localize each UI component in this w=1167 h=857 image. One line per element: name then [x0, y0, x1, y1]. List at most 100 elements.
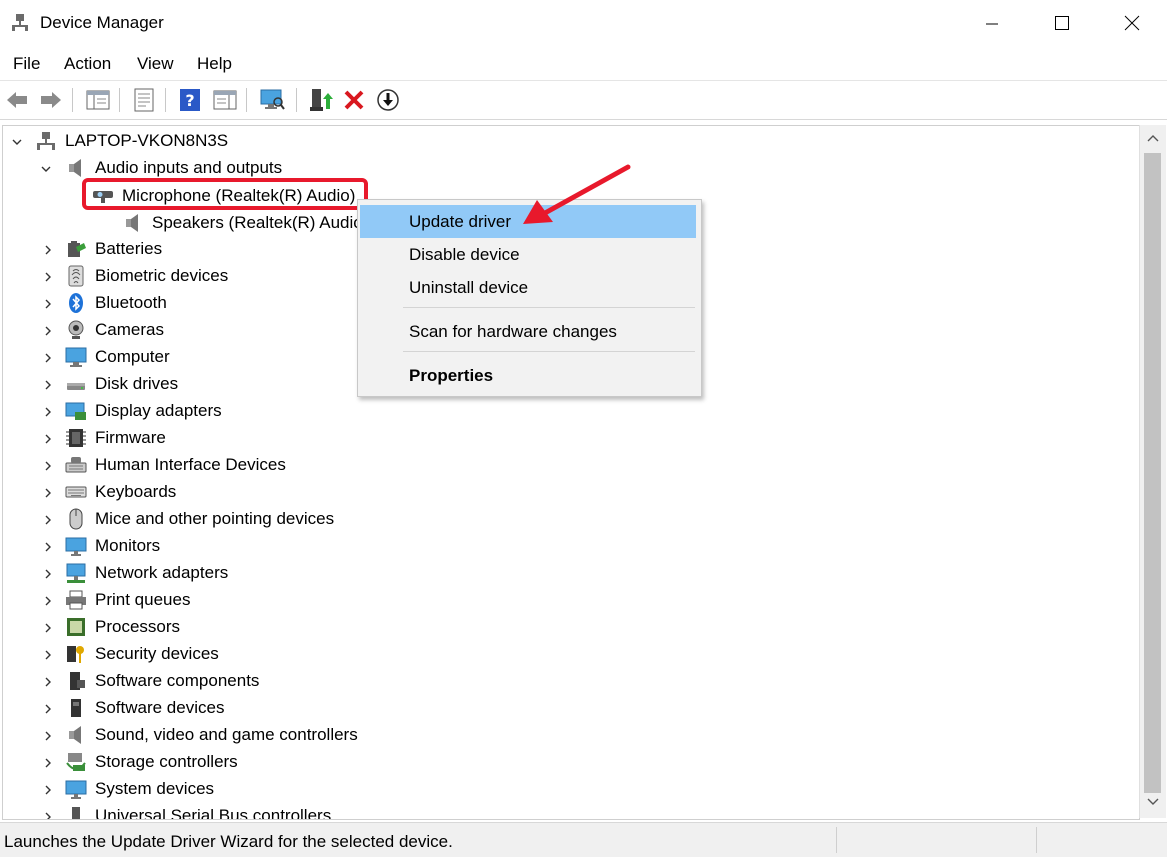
- tree-category-label: Human Interface Devices: [95, 455, 286, 474]
- scroll-down-icon[interactable]: [1147, 797, 1159, 807]
- tree-device-speakers[interactable]: Speakers (Realtek(R) Audio): [122, 209, 368, 236]
- tree-category-display-adapters[interactable]: Display adapters: [3, 398, 603, 425]
- tree-category-label: Display adapters: [95, 401, 222, 420]
- console-tree-button[interactable]: [85, 87, 111, 113]
- tree-category-mice-and-other-pointing-devices[interactable]: Mice and other pointing devices: [3, 506, 603, 533]
- chevron-right-icon[interactable]: [42, 379, 54, 391]
- display-adapter-icon: [65, 402, 86, 420]
- maximize-button[interactable]: [1027, 0, 1097, 46]
- chevron-right-icon[interactable]: [42, 271, 54, 283]
- disable-icon: [377, 89, 399, 111]
- chevron-right-icon[interactable]: [42, 757, 54, 769]
- tree-device-label: Speakers (Realtek(R) Audio): [152, 212, 369, 232]
- update-driver-button[interactable]: [308, 87, 334, 113]
- toolbar-separator: [296, 88, 297, 112]
- tree-category-sound-video-and-game-controllers[interactable]: Sound, video and game controllers: [3, 722, 603, 749]
- tree-category-system-devices[interactable]: System devices: [3, 776, 603, 803]
- menu-item-disable-device[interactable]: Disable device: [360, 238, 696, 271]
- forward-button[interactable]: [38, 87, 64, 113]
- scan-hardware-button[interactable]: [259, 87, 285, 113]
- tree-category-print-queues[interactable]: Print queues: [3, 587, 603, 614]
- chevron-right-icon[interactable]: [42, 676, 54, 688]
- tree-category-security-devices[interactable]: Security devices: [3, 641, 603, 668]
- uninstall-button[interactable]: [341, 87, 367, 113]
- chevron-right-icon[interactable]: [42, 703, 54, 715]
- chevron-down-icon[interactable]: [40, 163, 52, 175]
- back-button[interactable]: [4, 87, 30, 113]
- chevron-right-icon[interactable]: [42, 352, 54, 364]
- menu-separator: [403, 307, 695, 308]
- tree-category-label: Processors: [95, 617, 181, 636]
- title-bar: Device Manager: [0, 0, 1167, 46]
- chevron-right-icon[interactable]: [42, 487, 54, 499]
- tree-category-label: Batteries: [95, 239, 163, 258]
- scroll-up-icon[interactable]: [1147, 133, 1159, 143]
- chevron-right-icon[interactable]: [42, 622, 54, 634]
- tree-category-label: Bluetooth: [95, 293, 167, 312]
- disable-button[interactable]: [375, 87, 401, 113]
- chevron-right-icon[interactable]: [42, 784, 54, 796]
- menu-action[interactable]: Action: [64, 54, 111, 74]
- firmware-icon: [66, 429, 86, 447]
- computer-icon: [65, 347, 87, 367]
- scrollbar-thumb[interactable]: [1144, 153, 1161, 793]
- printer-icon: [66, 590, 86, 610]
- minimize-button[interactable]: [957, 0, 1027, 46]
- chevron-right-icon[interactable]: [42, 514, 54, 526]
- tree-category-label: Universal Serial Bus controllers: [95, 806, 332, 820]
- menu-item-scan-hardware[interactable]: Scan for hardware changes: [360, 315, 696, 348]
- processor-icon: [67, 618, 85, 636]
- tree-category-keyboards[interactable]: Keyboards: [3, 479, 603, 506]
- properties-button[interactable]: [131, 87, 157, 113]
- keyboard-icon: [65, 486, 87, 498]
- scan-hardware-icon: [260, 89, 285, 110]
- speaker-icon: [69, 726, 81, 744]
- tree-category-human-interface-devices[interactable]: Human Interface Devices: [3, 452, 603, 479]
- chevron-right-icon[interactable]: [42, 595, 54, 607]
- tree-category-label: Computer: [95, 347, 170, 366]
- update-driver-icon: [310, 89, 333, 111]
- help-button[interactable]: ?: [177, 87, 203, 113]
- action-pane-button[interactable]: [212, 87, 238, 113]
- menu-item-label: Scan for hardware changes: [409, 321, 617, 341]
- chevron-right-icon[interactable]: [42, 649, 54, 661]
- menu-help[interactable]: Help: [197, 54, 232, 74]
- storage-controller-icon: [66, 753, 86, 771]
- chevron-right-icon[interactable]: [42, 325, 54, 337]
- chevron-right-icon[interactable]: [42, 244, 54, 256]
- toolbar-separator: [246, 88, 247, 112]
- tree-category-universal-serial-bus-controllers[interactable]: Universal Serial Bus controllers: [3, 803, 603, 820]
- chevron-right-icon[interactable]: [42, 568, 54, 580]
- bluetooth-icon: [69, 293, 83, 313]
- tree-category-software-components[interactable]: Software components: [3, 668, 603, 695]
- tree-category-firmware[interactable]: Firmware: [3, 425, 603, 452]
- security-device-icon: [67, 646, 84, 663]
- menu-file[interactable]: File: [13, 54, 40, 74]
- menu-item-uninstall-device[interactable]: Uninstall device: [360, 271, 696, 304]
- chevron-right-icon[interactable]: [42, 298, 54, 310]
- uninstall-icon: [344, 90, 364, 110]
- chevron-right-icon[interactable]: [42, 433, 54, 445]
- chevron-down-icon[interactable]: [11, 136, 23, 148]
- tree-category-storage-controllers[interactable]: Storage controllers: [3, 749, 603, 776]
- chevron-right-icon[interactable]: [42, 730, 54, 742]
- chevron-right-icon[interactable]: [42, 406, 54, 418]
- system-device-icon: [65, 780, 87, 799]
- chevron-right-icon[interactable]: [42, 811, 54, 820]
- tree-category-label: Disk drives: [95, 374, 179, 393]
- biometric-icon: [68, 265, 84, 287]
- tree-category-monitors[interactable]: Monitors: [3, 533, 603, 560]
- tree-category-processors[interactable]: Processors: [3, 614, 603, 641]
- show-hide-console-tree-icon: [86, 90, 110, 110]
- chevron-right-icon[interactable]: [42, 460, 54, 472]
- tree-category-network-adapters[interactable]: Network adapters: [3, 560, 603, 587]
- computer-root-icon: [37, 132, 55, 150]
- tree-category-software-devices[interactable]: Software devices: [3, 695, 603, 722]
- chevron-right-icon[interactable]: [42, 541, 54, 553]
- action-pane-icon: [213, 90, 237, 110]
- close-button[interactable]: [1097, 0, 1167, 46]
- menu-view[interactable]: View: [137, 54, 174, 74]
- vertical-scrollbar[interactable]: [1139, 125, 1166, 818]
- menu-item-properties[interactable]: Properties: [360, 359, 696, 392]
- tree-category-label: Sound, video and game controllers: [95, 725, 358, 744]
